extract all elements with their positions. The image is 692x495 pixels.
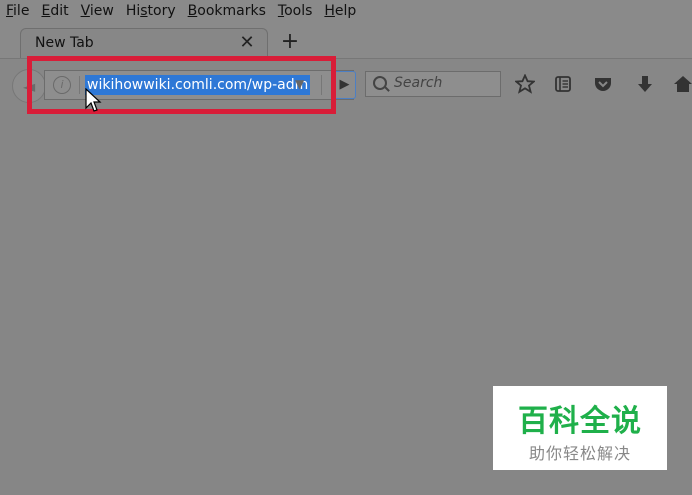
star-icon[interactable]: [513, 73, 537, 96]
tab-title: New Tab: [35, 35, 94, 51]
search-box[interactable]: Search: [365, 71, 501, 97]
menu-bar: File Edit View History Bookmarks Tools H…: [0, 0, 692, 22]
menu-bookmarks[interactable]: Bookmarks: [188, 3, 266, 19]
menu-file[interactable]: File: [6, 3, 29, 19]
new-tab-button[interactable]: +: [278, 30, 302, 54]
watermark: 百科全说 助你轻松解决: [493, 386, 667, 470]
close-icon[interactable]: ✕: [237, 33, 257, 53]
mouse-cursor-icon: [85, 88, 102, 112]
menu-help[interactable]: Help: [324, 3, 356, 19]
pocket-icon[interactable]: [592, 74, 614, 96]
search-icon: [373, 76, 387, 90]
menu-tools[interactable]: Tools: [278, 3, 313, 19]
watermark-subtitle: 助你轻松解决: [528, 444, 631, 463]
menu-history[interactable]: History: [126, 3, 176, 19]
menu-view[interactable]: View: [81, 3, 114, 19]
watermark-title: 百科全说: [518, 404, 642, 439]
download-icon[interactable]: [634, 74, 656, 96]
menu-edit[interactable]: Edit: [41, 3, 68, 19]
search-input[interactable]: Search: [394, 75, 442, 91]
tab-strip: New Tab ✕: [0, 22, 692, 59]
tab-new-tab[interactable]: New Tab ✕: [20, 28, 268, 59]
go-button[interactable]: ▶: [334, 71, 356, 99]
highlight-box: [27, 56, 336, 114]
home-icon[interactable]: [672, 74, 692, 96]
reading-list-icon[interactable]: [552, 74, 574, 96]
